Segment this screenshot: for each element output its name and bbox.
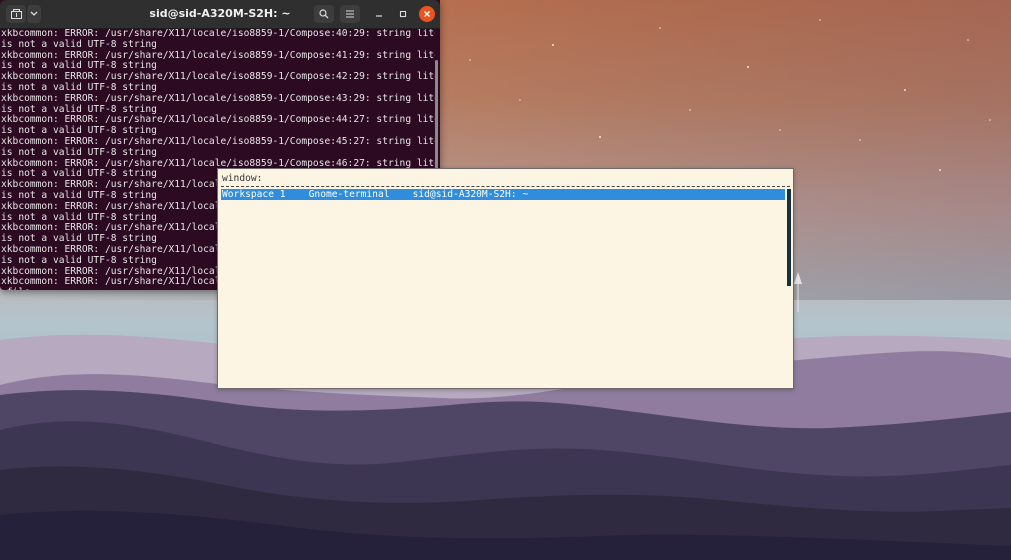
minimize-icon (376, 15, 382, 17)
window-title: sid@sid-A320M-S2H: ~ (149, 7, 291, 20)
switcher-divider (221, 186, 790, 187)
close-icon (424, 11, 430, 17)
window-switcher[interactable]: window: Workspace 1 Gnome-terminal sid@s… (217, 168, 794, 389)
hamburger-menu-icon (346, 10, 354, 18)
new-tab-icon (10, 9, 22, 19)
switcher-prompt[interactable]: window: (222, 173, 262, 184)
search-icon (319, 9, 329, 19)
close-button[interactable] (419, 6, 435, 22)
switcher-scrollbar[interactable] (787, 189, 791, 286)
terminal-line: is not a valid UTF-8 string (1, 38, 157, 50)
maximize-button[interactable] (395, 6, 411, 22)
maximize-icon (399, 10, 407, 18)
menu-button[interactable] (340, 5, 360, 23)
terminal-headerbar[interactable]: sid@sid-A320M-S2H: ~ (0, 0, 440, 29)
switcher-entry-selected[interactable]: Workspace 1 Gnome-terminal sid@sid-A320M… (221, 189, 785, 200)
terminal-line: is not a valid UTF-8 string (1, 146, 157, 158)
minimize-button[interactable] (371, 6, 387, 22)
chevron-down-icon (30, 11, 38, 16)
terminal-line: xkbcommon: ERROR: /usr/share/X11/locale/… (1, 92, 435, 104)
tab-menu-button[interactable] (26, 5, 41, 23)
search-button[interactable] (314, 5, 334, 23)
new-tab-button[interactable] (6, 5, 26, 23)
